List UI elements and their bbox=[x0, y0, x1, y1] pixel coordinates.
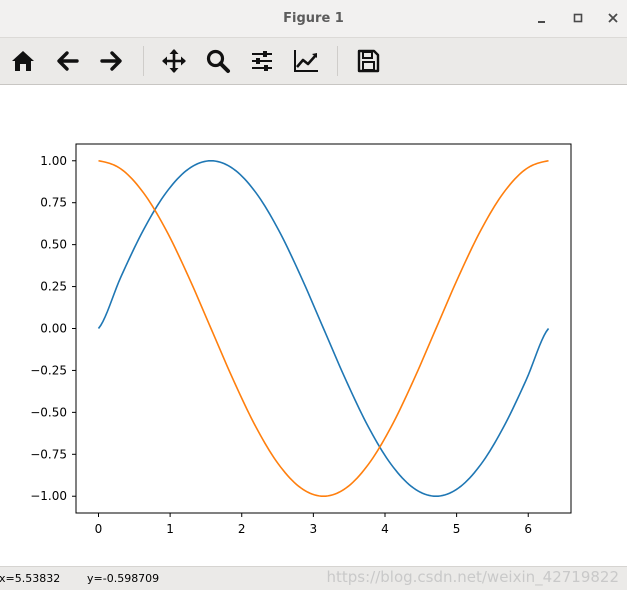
save-button[interactable] bbox=[353, 46, 383, 76]
y-tick-label: 0.75 bbox=[40, 196, 67, 210]
y-tick-label: −0.75 bbox=[30, 447, 67, 461]
close-icon bbox=[608, 13, 618, 23]
axes-line-chart-icon bbox=[294, 50, 318, 72]
window-titlebar[interactable]: Figure 1 bbox=[0, 0, 627, 38]
forward-arrow-icon bbox=[100, 51, 122, 71]
y-coordinate-readout: y=-0.598709 bbox=[87, 572, 160, 585]
minimize-icon bbox=[538, 21, 545, 23]
series-line-0 bbox=[97, 159, 550, 498]
pan-move-icon bbox=[162, 49, 186, 73]
x-tick-label: 0 bbox=[95, 522, 103, 536]
back-arrow-icon bbox=[57, 51, 79, 71]
status-bar: x=5.53832 y=-0.598709 https://blog.csdn.… bbox=[0, 566, 627, 590]
window-title: Figure 1 bbox=[283, 11, 344, 26]
x-tick-label: 6 bbox=[524, 522, 532, 536]
home-button[interactable] bbox=[8, 46, 38, 76]
close-button[interactable] bbox=[605, 10, 621, 26]
toolbar-separator bbox=[143, 46, 144, 76]
y-tick-label: −0.50 bbox=[30, 405, 67, 419]
x-coordinate-readout: x=5.53832 bbox=[0, 572, 61, 585]
zoom-button[interactable] bbox=[203, 46, 233, 76]
back-button[interactable] bbox=[53, 46, 83, 76]
y-tick-label: −1.00 bbox=[30, 489, 67, 503]
navigation-toolbar bbox=[0, 38, 627, 85]
y-tick-label: 0.50 bbox=[40, 238, 67, 252]
minimize-button[interactable] bbox=[534, 10, 550, 26]
zoom-magnifier-icon bbox=[206, 49, 230, 73]
line-chart[interactable]: 0 1 2 3 4 5 6 1.00 0.75 0.50 0.25 0.00 −0.25 −0.50 −0… bbox=[0, 85, 627, 566]
pan-button[interactable] bbox=[159, 46, 189, 76]
figure-canvas[interactable]: 0 1 2 3 4 5 6 1.00 0.75 0.50 0.25 0.00 −0.25 −0.50 −0… bbox=[0, 85, 627, 566]
maximize-icon bbox=[573, 13, 583, 23]
x-tick-label: 4 bbox=[381, 522, 389, 536]
x-tick-label: 1 bbox=[166, 522, 174, 536]
y-tick-label: 1.00 bbox=[40, 154, 67, 168]
watermark: https://blog.csdn.net/weixin_42719822 bbox=[326, 568, 619, 586]
home-icon bbox=[12, 51, 34, 71]
x-tick-label: 3 bbox=[310, 522, 318, 536]
save-floppy-icon bbox=[357, 49, 380, 73]
y-tick-label: 0.00 bbox=[40, 322, 67, 336]
toolbar-separator bbox=[337, 46, 338, 76]
edit-axes-button[interactable] bbox=[291, 46, 321, 76]
configure-subplots-button[interactable] bbox=[247, 46, 277, 76]
maximize-button[interactable] bbox=[570, 10, 586, 26]
y-tick-label: 0.25 bbox=[40, 280, 67, 294]
x-tick-label: 2 bbox=[238, 522, 246, 536]
x-tick-label: 5 bbox=[453, 522, 461, 536]
y-tick-label: −0.25 bbox=[30, 363, 67, 377]
forward-button[interactable] bbox=[96, 46, 126, 76]
subplots-sliders-icon bbox=[252, 51, 272, 71]
